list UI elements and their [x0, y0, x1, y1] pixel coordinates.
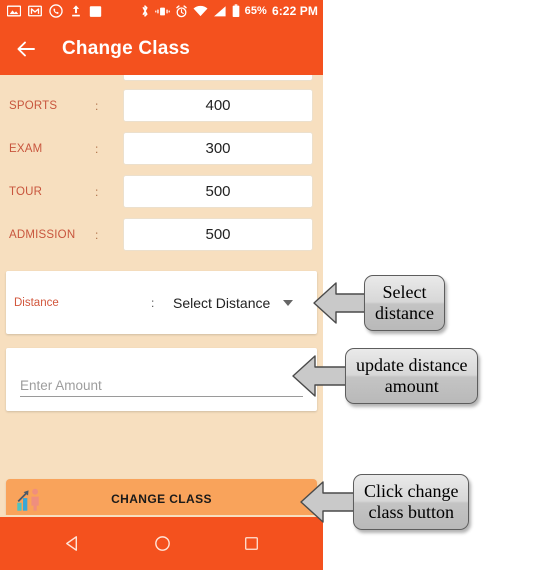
- clock-label: 6:22 PM: [271, 4, 318, 18]
- nav-recents-square-icon[interactable]: [243, 535, 260, 552]
- fee-input-admission[interactable]: 500: [123, 218, 313, 251]
- back-arrow-icon[interactable]: [14, 37, 38, 61]
- status-bar-system-icons: 65% 6:22 PM: [140, 4, 318, 18]
- status-bar-notification-icons: [7, 4, 102, 18]
- fee-input-tour[interactable]: 500: [123, 175, 313, 208]
- fee-colon-sports: :: [95, 98, 99, 113]
- form-content: SPORTS : 400 EXAM : 300 TOUR : 500 ADMIS…: [0, 75, 323, 515]
- distance-label: Distance: [14, 296, 59, 309]
- fee-row-admission: ADMISSION : 500: [0, 218, 323, 251]
- annotation-select-distance: Select distance: [312, 275, 445, 332]
- annotation-update-distance-amount-box: update distance amount: [345, 348, 479, 405]
- growth-chart-person-icon: [17, 488, 39, 511]
- annotation-select-distance-line2: distance: [375, 303, 434, 324]
- distance-selected-value[interactable]: Select Distance: [173, 295, 270, 311]
- app-bar: Change Class: [0, 22, 323, 75]
- gmail-icon: [28, 5, 42, 17]
- status-bar: 65% 6:22 PM: [0, 0, 323, 22]
- nav-home-circle-icon[interactable]: [153, 534, 172, 553]
- fee-row-sports: SPORTS : 400: [0, 89, 323, 122]
- fee-colon-tour: :: [95, 184, 99, 199]
- left-arrow-callout-icon: [300, 481, 361, 523]
- battery-percent-label: 65%: [244, 4, 267, 17]
- annotation-click-change-class-line2: class button: [368, 502, 454, 523]
- fee-input-exam[interactable]: 300: [123, 132, 313, 165]
- annotation-select-distance-line1: Select: [382, 282, 427, 302]
- left-arrow-callout-icon: [292, 355, 353, 397]
- change-class-button[interactable]: CHANGE CLASS: [6, 479, 317, 515]
- annotation-update-distance-amount-line1: update distance: [356, 355, 468, 375]
- amount-input[interactable]: [20, 378, 303, 397]
- upload-icon: [72, 5, 80, 17]
- annotation-select-distance-box: Select distance: [364, 275, 445, 332]
- fee-row-exam: EXAM : 300: [0, 132, 323, 165]
- annotation-click-change-class: Click change class button: [299, 474, 470, 531]
- fee-label-admission: ADMISSION: [9, 228, 76, 241]
- chevron-down-icon[interactable]: [283, 299, 294, 306]
- amount-card: [6, 348, 317, 411]
- distance-colon: :: [151, 295, 155, 310]
- vibrate-icon: [154, 7, 170, 15]
- bluetooth-icon: [142, 5, 148, 17]
- partial-scrolled-input: [123, 75, 313, 81]
- distance-selector[interactable]: Distance : Select Distance: [6, 271, 317, 334]
- annotation-click-change-class-box: Click change class button: [353, 474, 470, 531]
- signal-icon: [213, 5, 226, 16]
- fee-label-exam: EXAM: [9, 142, 43, 155]
- left-arrow-callout-icon: [313, 282, 372, 324]
- fee-label-sports: SPORTS: [9, 99, 58, 112]
- annotation-update-distance-amount-line2: amount: [384, 376, 439, 397]
- alarm-icon: [175, 4, 187, 17]
- photo-icon: [7, 5, 21, 17]
- fee-label-tour: TOUR: [9, 185, 43, 198]
- fee-colon-exam: :: [95, 141, 99, 156]
- app-square-icon: [89, 5, 102, 17]
- phone-screenshot: 65% 6:22 PM Change Class SPORTS : 400 EX…: [0, 0, 323, 570]
- annotation-update-distance-amount: update distance amount: [291, 348, 479, 405]
- fee-input-sports[interactable]: 400: [123, 89, 313, 122]
- fee-row-tour: TOUR : 500: [0, 175, 323, 208]
- change-class-label: CHANGE CLASS: [111, 492, 212, 506]
- page-title: Change Class: [62, 37, 191, 59]
- nav-back-triangle-icon[interactable]: [63, 534, 82, 553]
- annotation-click-change-class-line1: Click change: [364, 481, 459, 501]
- wifi-icon: [193, 5, 208, 16]
- whatsapp-icon: [49, 4, 63, 18]
- android-nav-bar: [0, 517, 323, 570]
- fee-colon-admission: :: [95, 227, 99, 242]
- battery-icon: [232, 4, 239, 17]
